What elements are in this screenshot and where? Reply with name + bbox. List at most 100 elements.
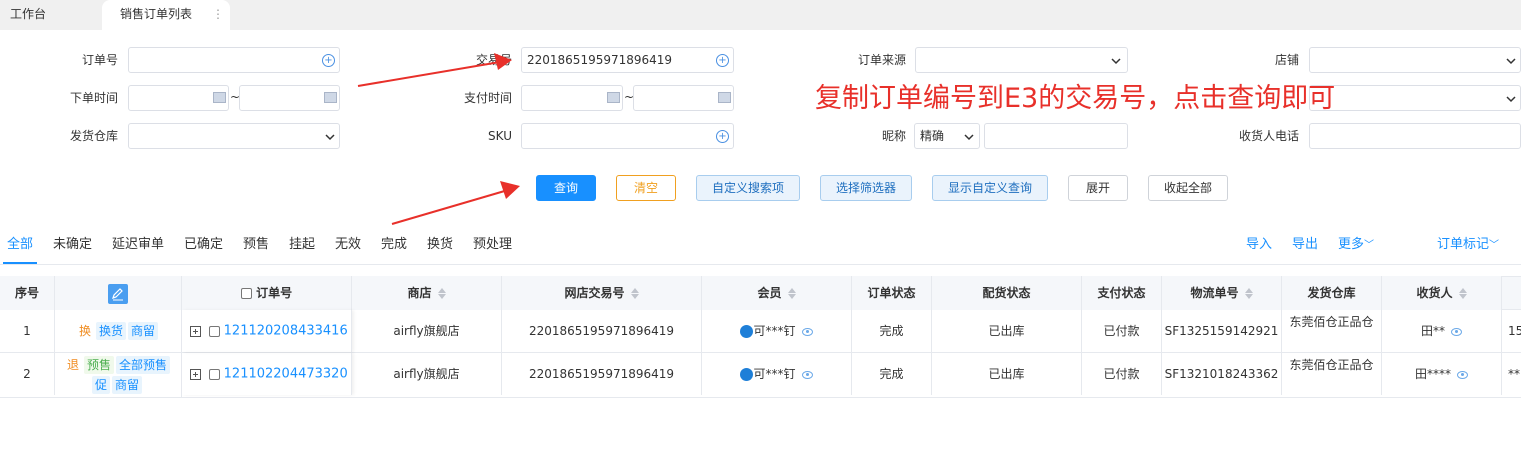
eye-icon[interactable]	[1457, 370, 1468, 379]
receiver-name: 田****	[1414, 367, 1451, 381]
header-seq: 序号	[0, 276, 55, 310]
status-tab-delayed[interactable]: 延迟审单	[112, 236, 164, 254]
header-member[interactable]: 会员	[702, 276, 852, 310]
cell-logistics-no: SF1321018243362	[1162, 353, 1282, 395]
cell-seq: 1	[0, 310, 55, 352]
eye-icon[interactable]	[801, 327, 813, 336]
status-tab-preprocess[interactable]: 预处理	[473, 236, 512, 254]
more-link[interactable]: 更多﹀	[1338, 236, 1374, 255]
cell-pay-status: 已付款	[1082, 353, 1162, 395]
tag-all-presale: 全部预售	[116, 356, 171, 374]
chevron-down-icon: ﹀	[1364, 240, 1375, 251]
cell-dist-status: 已出库	[932, 310, 1082, 352]
sort-icon[interactable]	[437, 288, 446, 299]
member-name: 可***钉	[753, 367, 796, 381]
cell-warehouse: 东莞佰仓正品仓	[1282, 310, 1382, 352]
sort-icon[interactable]	[787, 288, 796, 299]
status-tab-all[interactable]: 全部	[7, 236, 33, 254]
cell-order-no: 121120208433416	[182, 310, 352, 352]
status-tab-exchange[interactable]: 换货	[427, 236, 453, 254]
arrow-head	[494, 53, 512, 70]
cell-member: 可***钉	[702, 353, 852, 395]
header-online-trade-no[interactable]: 网店交易号	[502, 276, 702, 310]
header-member-label: 会员	[757, 286, 782, 300]
status-tab-confirmed[interactable]: 已确定	[184, 236, 223, 254]
cell-receiver: 田****	[1382, 353, 1502, 395]
header-warehouse: 发货仓库	[1282, 276, 1382, 310]
header-order-no-label: 订单号	[256, 286, 293, 300]
order-mark-link[interactable]: 订单标记﹀	[1437, 236, 1499, 255]
sort-icon[interactable]	[1244, 288, 1253, 299]
row-checkbox[interactable]	[208, 369, 220, 380]
cell-order-status: 完成	[852, 310, 932, 352]
import-link[interactable]: 导入	[1246, 236, 1272, 254]
header-logistics-no[interactable]: 物流单号	[1162, 276, 1282, 310]
tag-shop-note: 商留	[128, 322, 159, 340]
status-tab-unconfirmed[interactable]: 未确定	[53, 236, 92, 254]
header-receiver[interactable]: 收货人	[1382, 276, 1502, 310]
tag-exchange-short: 换	[78, 324, 91, 338]
eye-icon[interactable]	[801, 370, 813, 379]
cell-pay-status: 已付款	[1082, 310, 1162, 352]
tag-return: 退	[66, 358, 79, 372]
cell-online-trade-no: 2201865195971896419	[502, 310, 702, 352]
receiver-name: 田**	[1420, 324, 1445, 338]
cell-shop: airfly旗舰店	[352, 310, 502, 352]
row-checkbox[interactable]	[208, 326, 220, 337]
cell-extra: 15	[1508, 324, 1521, 338]
cell-online-trade-no: 2201865195971896419	[502, 353, 702, 395]
header-order-no: 订单号	[182, 276, 352, 310]
arrow-line	[391, 189, 509, 225]
sort-icon[interactable]	[1458, 288, 1467, 299]
cell-dist-status: 已出库	[932, 353, 1082, 395]
header-pay-status: 支付状态	[1082, 276, 1162, 310]
header-shop[interactable]: 商店	[352, 276, 502, 310]
cell-shop: airfly旗舰店	[352, 353, 502, 395]
tag-line: 退预售 全部预售	[55, 355, 181, 375]
header-receiver-label: 收货人	[1416, 286, 1453, 300]
member-avatar-icon	[740, 325, 754, 338]
status-tab-invalid[interactable]: 无效	[335, 236, 361, 254]
export-link[interactable]: 导出	[1292, 236, 1318, 254]
tag-promo: 促	[91, 376, 110, 394]
expand-row-icon[interactable]	[190, 326, 201, 337]
header-online-trade-no-label: 网店交易号	[564, 286, 625, 300]
cell-order-no: 121102204473320	[182, 353, 352, 395]
arrow-head	[500, 181, 520, 199]
sort-icon[interactable]	[630, 288, 639, 299]
edit-icon[interactable]	[108, 283, 128, 304]
header-logistics-no-label: 物流单号	[1190, 286, 1239, 300]
arrow-line	[357, 61, 501, 87]
member-name: 可***钉	[753, 324, 796, 338]
cell-member: 可***钉	[702, 310, 852, 352]
expand-row-icon[interactable]	[190, 369, 201, 380]
more-label: 更多	[1338, 237, 1365, 252]
cell-receiver: 田**	[1382, 310, 1502, 352]
order-mark-label: 订单标记	[1437, 237, 1490, 252]
cell-extra: **	[1508, 367, 1520, 381]
status-tab-suspended[interactable]: 挂起	[289, 236, 315, 254]
cell-warehouse: 东莞佰仓正品仓	[1282, 353, 1382, 395]
tag-shop-note: 商留	[112, 376, 143, 394]
status-tab-presale[interactable]: 预售	[243, 236, 269, 254]
order-no-link[interactable]: 121102204473320	[224, 367, 348, 382]
member-avatar-icon	[740, 368, 754, 381]
chevron-down-icon: ﹀	[1489, 240, 1500, 251]
annotation-arrows	[357, 53, 520, 225]
cell-tags: 换换货 商留	[55, 310, 182, 352]
eye-icon[interactable]	[1451, 327, 1462, 336]
cell-seq: 2	[0, 353, 55, 395]
tag-exchange: 换货	[95, 322, 126, 340]
tag-presale: 预售	[83, 356, 114, 374]
status-tab-completed[interactable]: 完成	[381, 236, 407, 254]
header-order-status: 订单状态	[852, 276, 932, 310]
header-shop-label: 商店	[407, 286, 432, 300]
cell-order-status: 完成	[852, 353, 932, 395]
select-all-checkbox[interactable]	[240, 288, 252, 299]
cell-logistics-no: SF1325159142921	[1162, 310, 1282, 352]
header-edit	[55, 276, 182, 310]
tag-line: 促商留	[55, 375, 181, 395]
cell-tags: 退预售 全部预售 促商留	[55, 353, 182, 397]
order-no-link[interactable]: 121120208433416	[224, 324, 348, 339]
header-dist-status: 配货状态	[932, 276, 1082, 310]
